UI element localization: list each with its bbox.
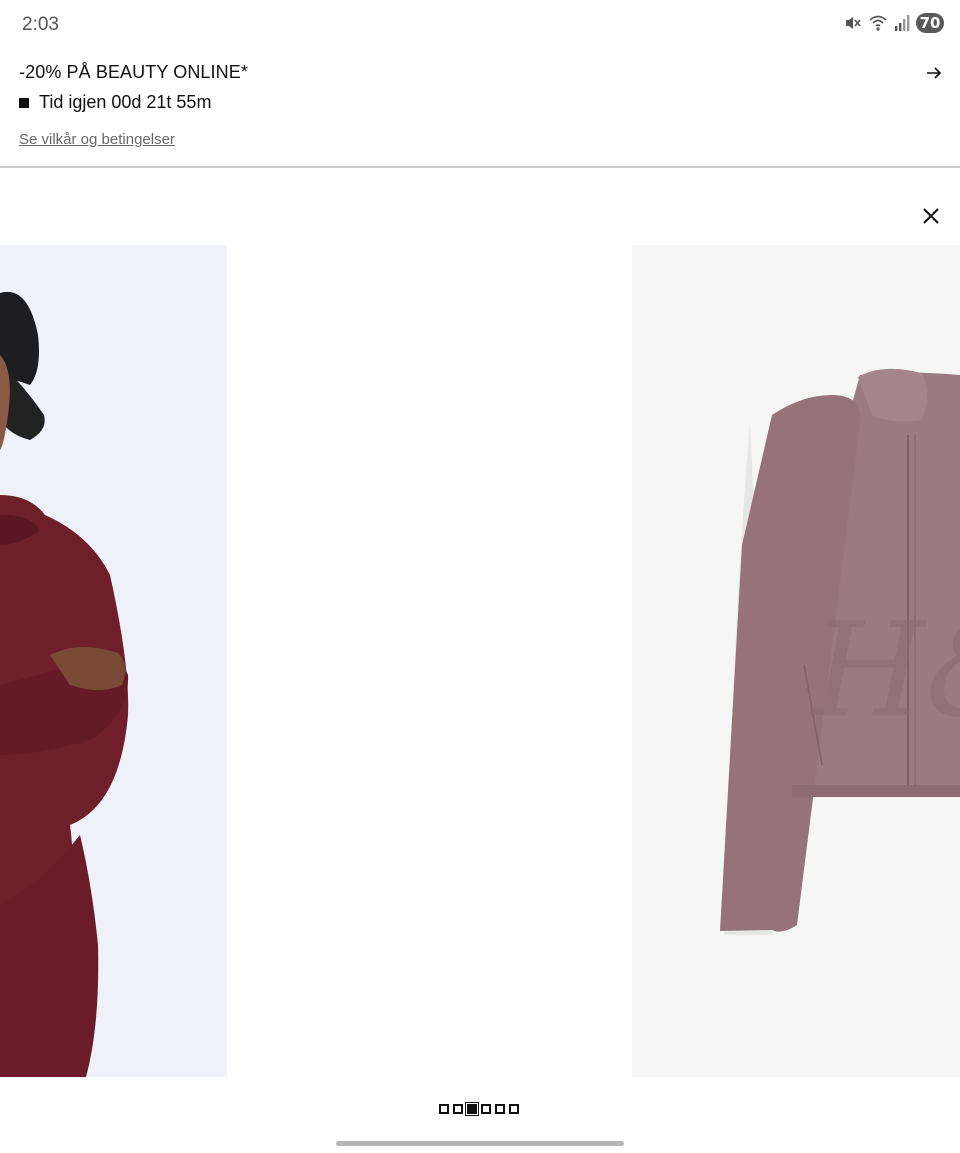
pagination-dot[interactable] — [509, 1104, 519, 1114]
timer-text: Tid igjen 00d 21t 55m — [39, 92, 212, 112]
status-icons: 70 — [844, 13, 944, 33]
promo-timer: Tid igjen 00d 21t 55m — [19, 92, 211, 113]
svg-text:H&M: H&M — [810, 594, 960, 746]
carousel-pagination — [439, 1102, 519, 1116]
battery-icon: 70 — [916, 13, 944, 33]
signal-icon — [894, 14, 910, 32]
arrow-right-icon[interactable] — [926, 66, 942, 80]
image-carousel[interactable]: H&M — [0, 245, 960, 1077]
terms-link[interactable]: Se vilkår og betingelser — [19, 131, 175, 148]
pagination-dot[interactable] — [481, 1104, 491, 1114]
home-indicator[interactable] — [336, 1141, 624, 1146]
pagination-dot[interactable] — [453, 1104, 463, 1114]
close-icon[interactable] — [919, 204, 943, 228]
status-time: 2:03 — [22, 14, 59, 35]
product-gallery-screen: 2:03 70 -20% PÅ BEAUTY ONLINE* Tid igjen… — [0, 0, 960, 1153]
pagination-dot[interactable] — [439, 1104, 449, 1114]
wifi-icon — [868, 14, 888, 32]
product-photo[interactable]: H&M — [632, 245, 960, 1077]
model-photo[interactable] — [0, 245, 227, 1077]
promo-title: -20% PÅ BEAUTY ONLINE* — [19, 62, 248, 82]
timer-square-icon — [19, 97, 29, 108]
pagination-dot[interactable] — [495, 1104, 505, 1114]
mute-icon — [844, 14, 862, 32]
pagination-dot[interactable] — [465, 1102, 479, 1116]
promo-banner[interactable]: -20% PÅ BEAUTY ONLINE* Tid igjen 00d 21t… — [0, 50, 960, 168]
status-bar: 2:03 70 — [0, 0, 960, 50]
blank-slide[interactable] — [227, 245, 632, 1077]
